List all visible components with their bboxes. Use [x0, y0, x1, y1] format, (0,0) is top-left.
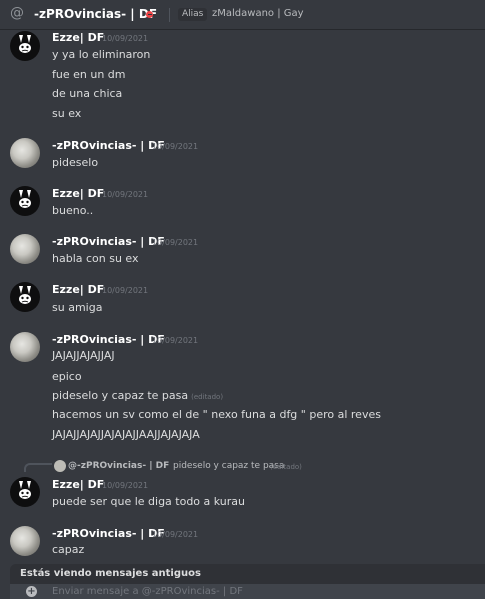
edited-label: (editado)	[191, 393, 224, 401]
message-line: capaz	[52, 543, 85, 556]
dm-recipient-name[interactable]: -zPROvincias- | DF	[34, 7, 157, 21]
header-divider	[169, 8, 170, 22]
message-timestamp: 10/09/2021	[152, 142, 199, 151]
message-line: pideselo y capaz te pasa (editado)	[52, 389, 223, 402]
message-line-text: pideselo y capaz te pasa	[52, 389, 189, 402]
message-timestamp: 10/09/2021	[152, 238, 199, 247]
message-line: puede ser que le diga todo a kurau	[52, 495, 246, 508]
avatar-bunny[interactable]	[10, 477, 40, 507]
message-timestamp: 10/09/2021	[102, 286, 149, 295]
message-composer[interactable]: + Enviar mensaje a @-zPROvincias- | DF	[10, 584, 485, 599]
message-line: bueno..	[52, 204, 94, 217]
message-line: de una chica	[52, 87, 123, 100]
message-line: habla con su ex	[52, 252, 139, 265]
message-timestamp: 10/09/2021	[152, 336, 199, 345]
dm-header: @ -zPROvincias- | DF Alias zMaldawano | …	[0, 0, 485, 30]
message-line: pideselo	[52, 156, 99, 169]
message-line: fue en un dm	[52, 68, 126, 81]
message-author[interactable]: -zPROvincias- | DF	[52, 235, 165, 248]
reply-edited-label: (editado)	[270, 463, 302, 471]
message-author[interactable]: -zPROvincias- | DF	[52, 527, 165, 540]
avatar-photo[interactable]	[10, 332, 40, 362]
message-line: JAJAJJAJAJJAJ	[52, 349, 115, 362]
message-line: JAJAJJAJAJJAJAJAJJAAJJAJAJAJA	[52, 428, 200, 441]
do-not-disturb-status-icon	[146, 11, 153, 18]
reply-author[interactable]: @-zPROvincias- | DF	[68, 461, 169, 471]
at-icon: @	[10, 5, 24, 21]
message-author[interactable]: Ezze| DF	[52, 187, 104, 200]
add-attachment-icon[interactable]: +	[26, 586, 37, 597]
reply-preview-text[interactable]: pideselo y capaz te pasa	[173, 461, 284, 471]
message-line: su ex	[52, 107, 82, 120]
message-author[interactable]: -zPROvincias- | DF	[52, 333, 165, 346]
message-input-placeholder[interactable]: Enviar mensaje a @-zPROvincias- | DF	[52, 586, 243, 597]
reply-avatar	[54, 460, 66, 472]
avatar-photo[interactable]	[10, 234, 40, 264]
message-timestamp: 10/09/2021	[152, 530, 199, 539]
reply-connector	[24, 463, 52, 472]
message-author[interactable]: Ezze| DF	[52, 283, 104, 296]
message-line: hacemos un sv como el de " nexo funa a d…	[52, 408, 381, 421]
message-line: epico	[52, 370, 82, 383]
old-messages-banner[interactable]: Estás viendo mensajes antiguos	[10, 564, 485, 584]
message-author[interactable]: Ezze| DF	[52, 478, 104, 491]
bad-bunny-icon	[19, 481, 31, 499]
message-line: su amiga	[52, 301, 103, 314]
avatar-bunny[interactable]	[10, 282, 40, 312]
avatar-bunny[interactable]	[10, 31, 40, 61]
alias-badge: Alias	[178, 8, 208, 21]
message-author[interactable]: Ezze| DF	[52, 31, 104, 44]
avatar-bunny[interactable]	[10, 186, 40, 216]
bad-bunny-icon	[19, 190, 31, 208]
bad-bunny-icon	[19, 35, 31, 53]
message-line: y ya lo eliminaron	[52, 48, 151, 61]
message-timestamp: 10/09/2021	[102, 481, 149, 490]
alias-nickname: zMaldawano | Gay	[212, 8, 304, 19]
bad-bunny-icon	[19, 286, 31, 304]
avatar-photo[interactable]	[10, 526, 40, 556]
message-timestamp: 10/09/2021	[102, 190, 149, 199]
avatar-photo[interactable]	[10, 138, 40, 168]
message-timestamp: 10/09/2021	[102, 34, 149, 43]
old-messages-banner-text: Estás viendo mensajes antiguos	[20, 568, 201, 579]
message-author[interactable]: -zPROvincias- | DF	[52, 139, 165, 152]
